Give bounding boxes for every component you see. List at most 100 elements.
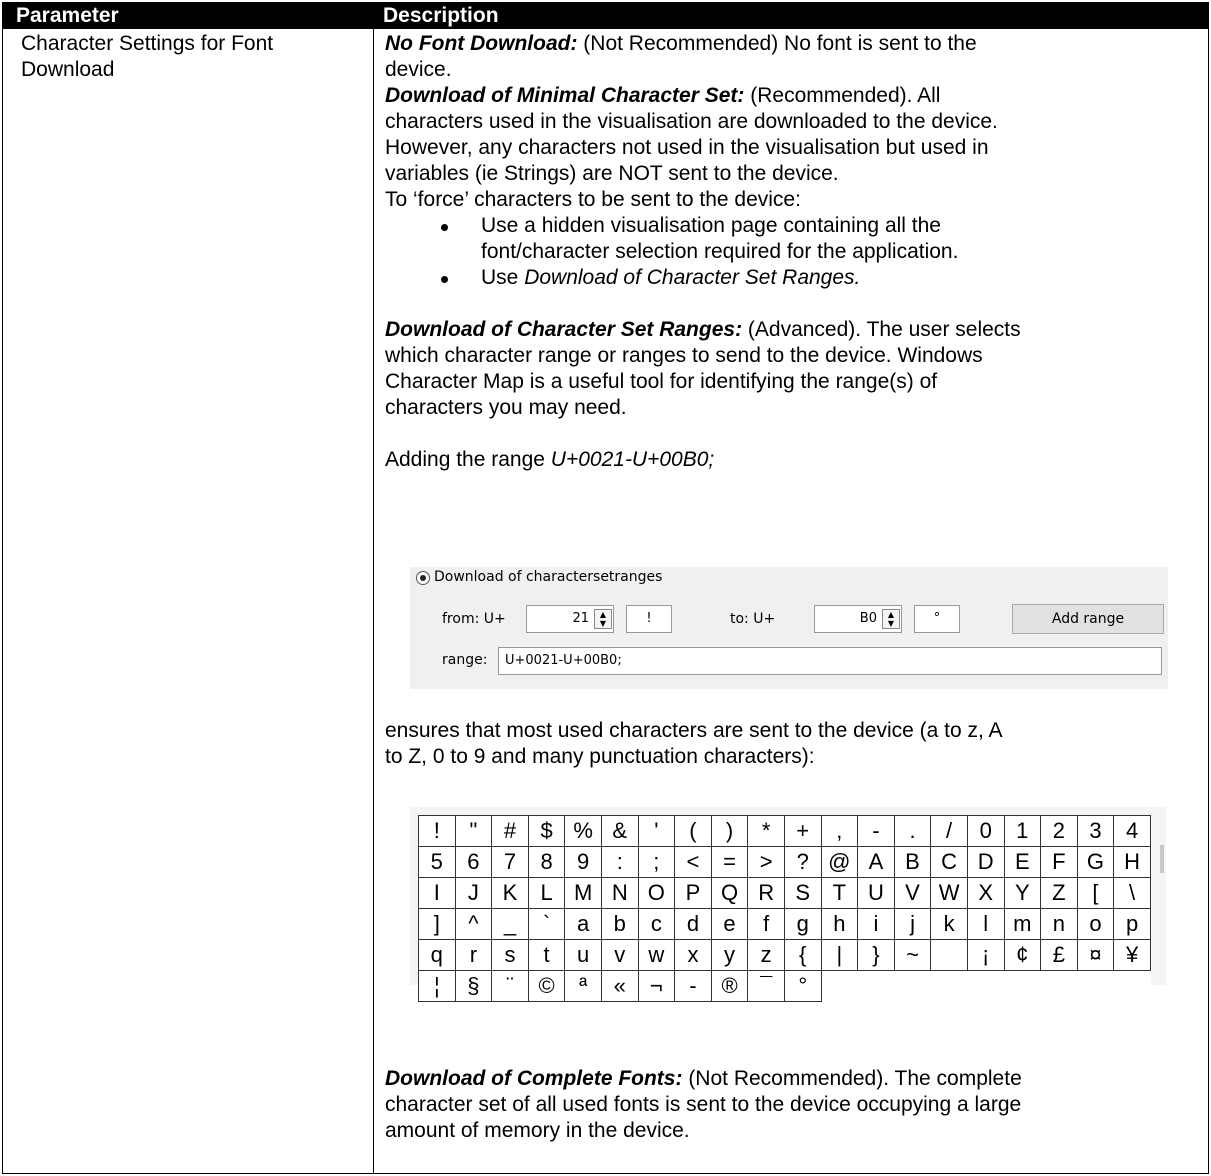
char-cell[interactable]: }: [858, 940, 895, 971]
char-cell[interactable]: #: [492, 816, 529, 847]
char-cell[interactable]: Z: [1041, 878, 1078, 909]
char-cell[interactable]: :: [601, 847, 639, 878]
char-cell[interactable]: V: [894, 878, 932, 909]
char-cell[interactable]: H: [1114, 847, 1151, 878]
char-cell[interactable]: ®: [711, 971, 749, 1002]
char-cell[interactable]: y: [711, 940, 749, 971]
char-cell[interactable]: _: [492, 909, 529, 940]
char-cell[interactable]: v: [601, 940, 639, 971]
char-cell[interactable]: O: [638, 878, 676, 909]
char-cell[interactable]: =: [711, 847, 749, 878]
char-cell[interactable]: N: [601, 878, 639, 909]
char-cell[interactable]: !: [419, 816, 456, 847]
char-cell[interactable]: G: [1077, 847, 1115, 878]
char-cell[interactable]: 8: [528, 847, 566, 878]
char-cell[interactable]: A: [858, 847, 895, 878]
char-cell[interactable]: ¡: [967, 940, 1005, 971]
char-cell[interactable]: |: [821, 940, 859, 971]
char-cell[interactable]: d: [675, 909, 712, 940]
to-spin-arrows-icon[interactable]: ▲ ▼: [882, 609, 900, 629]
char-cell[interactable]: a: [565, 909, 602, 940]
char-cell[interactable]: I: [419, 878, 456, 909]
char-cell[interactable]: Q: [711, 878, 749, 909]
char-cell[interactable]: [: [1077, 878, 1115, 909]
char-cell[interactable]: b: [601, 909, 639, 940]
from-spin-arrows-icon[interactable]: ▲ ▼: [594, 609, 612, 629]
char-cell[interactable]: ^: [455, 909, 493, 940]
char-cell[interactable]: >: [748, 847, 785, 878]
char-cell[interactable]: k: [931, 909, 968, 940]
char-cell[interactable]: 4: [1114, 816, 1151, 847]
char-cell[interactable]: 7: [492, 847, 529, 878]
char-cell[interactable]: -: [675, 971, 712, 1002]
char-cell[interactable]: ¥: [1114, 940, 1151, 971]
char-cell[interactable]: ©: [528, 971, 566, 1002]
char-cell[interactable]: «: [601, 971, 639, 1002]
char-cell[interactable]: ": [455, 816, 493, 847]
char-cell[interactable]: ,: [821, 816, 859, 847]
char-cell[interactable]: {: [784, 940, 822, 971]
char-cell[interactable]: f: [748, 909, 785, 940]
char-cell[interactable]: 6: [455, 847, 493, 878]
char-cell[interactable]: [931, 940, 968, 971]
char-cell[interactable]: 9: [565, 847, 602, 878]
add-range-button[interactable]: Add range: [1012, 604, 1164, 634]
char-cell[interactable]: ª: [565, 971, 602, 1002]
char-cell[interactable]: 2: [1041, 816, 1078, 847]
char-cell[interactable]: ;: [638, 847, 676, 878]
char-cell[interactable]: i: [858, 909, 895, 940]
char-cell[interactable]: t: [528, 940, 566, 971]
char-cell[interactable]: $: [528, 816, 566, 847]
char-cell[interactable]: o: [1077, 909, 1115, 940]
char-cell[interactable]: /: [931, 816, 968, 847]
char-cell[interactable]: ¢: [1004, 940, 1042, 971]
char-cell[interactable]: D: [967, 847, 1005, 878]
to-spinbox[interactable]: B0 ▲ ▼: [814, 605, 902, 633]
char-cell[interactable]: 3: [1077, 816, 1115, 847]
char-cell[interactable]: K: [492, 878, 529, 909]
char-cell[interactable]: g: [784, 909, 822, 940]
char-cell[interactable]: ¦: [419, 971, 456, 1002]
char-cell[interactable]: 0: [967, 816, 1005, 847]
char-cell[interactable]: s: [492, 940, 529, 971]
char-cell[interactable]: ¬: [638, 971, 676, 1002]
char-cell[interactable]: .: [894, 816, 932, 847]
char-cell[interactable]: X: [967, 878, 1005, 909]
char-cell[interactable]: R: [748, 878, 785, 909]
char-cell[interactable]: M: [565, 878, 602, 909]
char-cell[interactable]: E: [1004, 847, 1042, 878]
char-cell[interactable]: L: [528, 878, 566, 909]
char-cell[interactable]: S: [784, 878, 822, 909]
char-cell[interactable]: <: [675, 847, 712, 878]
char-cell[interactable]: ~: [894, 940, 932, 971]
char-cell[interactable]: p: [1114, 909, 1151, 940]
char-cell[interactable]: ): [711, 816, 749, 847]
char-cell[interactable]: Y: [1004, 878, 1042, 909]
char-cell[interactable]: 1: [1004, 816, 1042, 847]
char-cell[interactable]: U: [858, 878, 895, 909]
char-cell[interactable]: ]: [419, 909, 456, 940]
char-cell[interactable]: j: [894, 909, 932, 940]
range-field[interactable]: U+0021-U+00B0;: [498, 647, 1162, 675]
char-cell[interactable]: x: [675, 940, 712, 971]
char-cell[interactable]: r: [455, 940, 493, 971]
char-cell[interactable]: ?: [784, 847, 822, 878]
char-cell[interactable]: e: [711, 909, 749, 940]
char-cell[interactable]: l: [967, 909, 1005, 940]
char-cell[interactable]: J: [455, 878, 493, 909]
char-cell[interactable]: \: [1114, 878, 1151, 909]
character-map-scrollbar[interactable]: [1160, 845, 1164, 873]
char-cell[interactable]: `: [528, 909, 566, 940]
char-cell[interactable]: z: [748, 940, 785, 971]
char-cell[interactable]: h: [821, 909, 859, 940]
from-spinbox[interactable]: 21 ▲ ▼: [526, 605, 614, 633]
char-cell[interactable]: c: [638, 909, 676, 940]
char-cell[interactable]: F: [1041, 847, 1078, 878]
char-cell[interactable]: n: [1041, 909, 1078, 940]
char-cell[interactable]: w: [638, 940, 676, 971]
char-cell[interactable]: 5: [419, 847, 456, 878]
char-cell[interactable]: W: [931, 878, 968, 909]
char-cell[interactable]: u: [565, 940, 602, 971]
char-cell[interactable]: £: [1041, 940, 1078, 971]
char-cell[interactable]: @: [821, 847, 859, 878]
